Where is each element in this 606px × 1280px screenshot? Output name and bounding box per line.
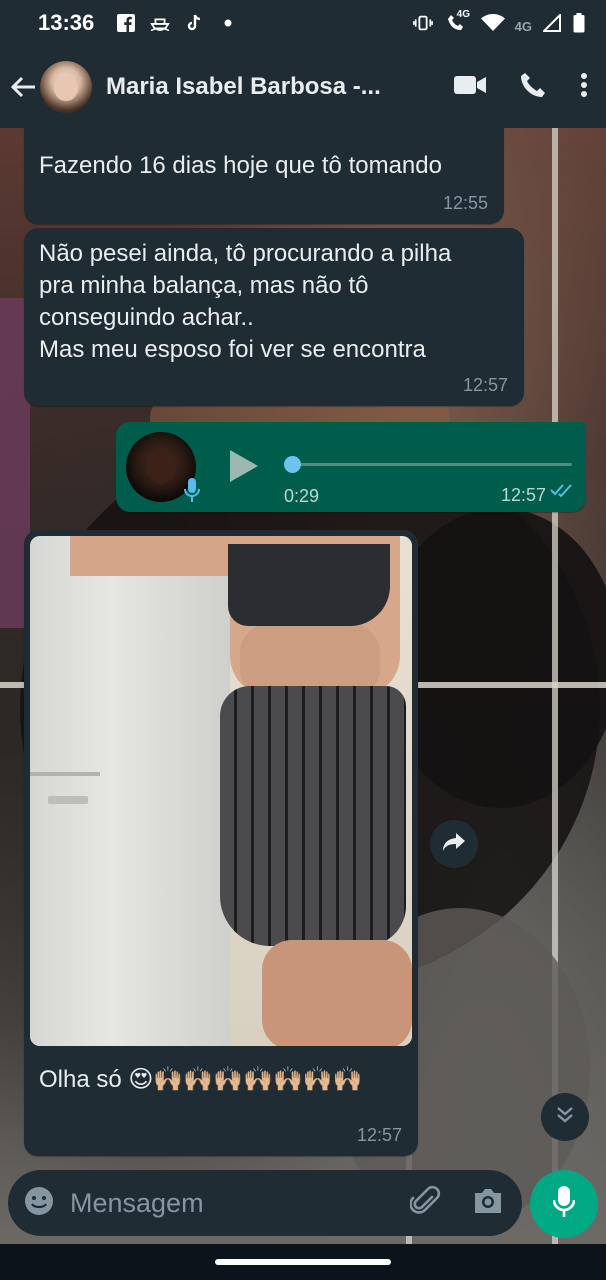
message-line: pra minha balança, mas não tô [39,272,369,299]
signal-icon [542,13,562,33]
message-time: 12:57 [356,1125,402,1145]
message-time: 12:55 [442,193,488,213]
message-text: Não pesei ainda, tô procurando a pilha p… [39,238,509,366]
tiktok-icon [184,13,204,33]
message-line: conseguindo achar.. [39,304,254,331]
voice-call-icon[interactable] [520,72,546,103]
attach-icon[interactable] [409,1185,442,1222]
read-ticks-icon [550,483,574,502]
audio-progress-knob[interactable] [284,456,301,473]
message-caption: Olha só 😍🙌🏼🙌🏼🙌🏼🙌🏼🙌🏼🙌🏼🙌🏼 [39,1058,399,1101]
vibrate-icon [412,13,433,33]
back-arrow-icon[interactable] [8,67,38,107]
wifi-call-icon: 4G [443,9,471,33]
outgoing-voice-message[interactable]: 0:29 12:57 [116,422,586,512]
message-line: Mas meu esposo foi ver se encontra [39,336,426,363]
emoji-icon[interactable] [24,1186,54,1221]
voice-record-button[interactable] [530,1170,598,1238]
dot-icon [218,13,238,33]
net-label: 4G [514,18,532,34]
more-options-icon[interactable] [580,72,588,103]
message-time: 12:57 [462,375,508,395]
mic-icon [184,478,200,509]
message-composer[interactable]: Mensagem [8,1170,522,1236]
net-label: 4G [456,9,470,20]
camera-icon[interactable] [472,1187,504,1220]
incoming-message[interactable]: Não pesei ainda, tô procurando a pilha p… [24,228,524,406]
contact-avatar[interactable] [40,61,92,113]
audio-duration: 0:29 [284,486,320,506]
home-gesture-handle[interactable] [215,1259,391,1265]
wifi-icon [480,13,505,33]
system-navigation-bar [0,1244,606,1280]
audio-progress-track[interactable] [286,463,572,466]
caption-emoji: 😍🙌🏼🙌🏼🙌🏼🙌🏼🙌🏼🙌🏼🙌🏼 [128,1065,363,1093]
forward-button[interactable] [430,820,478,868]
incoming-message[interactable]: Fazendo 16 dias hoje que tô tomando 12:5… [24,128,504,224]
boat-icon [150,13,171,33]
mic-icon [552,1185,576,1223]
incoming-image-message[interactable]: Olha só 😍🙌🏼🙌🏼🙌🏼🙌🏼🙌🏼🙌🏼🙌🏼 12:57 [24,530,418,1156]
video-call-icon[interactable] [454,74,486,101]
status-bar: 13:36 4G 4G [0,0,606,46]
message-input[interactable]: Mensagem [70,1188,204,1219]
double-chevron-down-icon [555,1105,575,1130]
message-line: Não pesei ainda, tô procurando a pilha [39,240,452,267]
message-photo[interactable] [30,536,412,1046]
message-time: 12:57 [500,485,546,505]
status-time: 13:36 [38,10,95,35]
chat-header: Maria Isabel Barbosa -... [0,46,606,128]
play-icon[interactable] [228,448,260,489]
scroll-to-bottom-button[interactable] [541,1093,589,1141]
facebook-icon [116,13,136,33]
battery-icon [572,13,586,33]
message-text: Fazendo 16 dias hoje que tô tomando [39,152,442,179]
contact-name[interactable]: Maria Isabel Barbosa -... [106,73,406,101]
forward-icon [442,832,466,857]
caption-text: Olha só [39,1066,122,1093]
